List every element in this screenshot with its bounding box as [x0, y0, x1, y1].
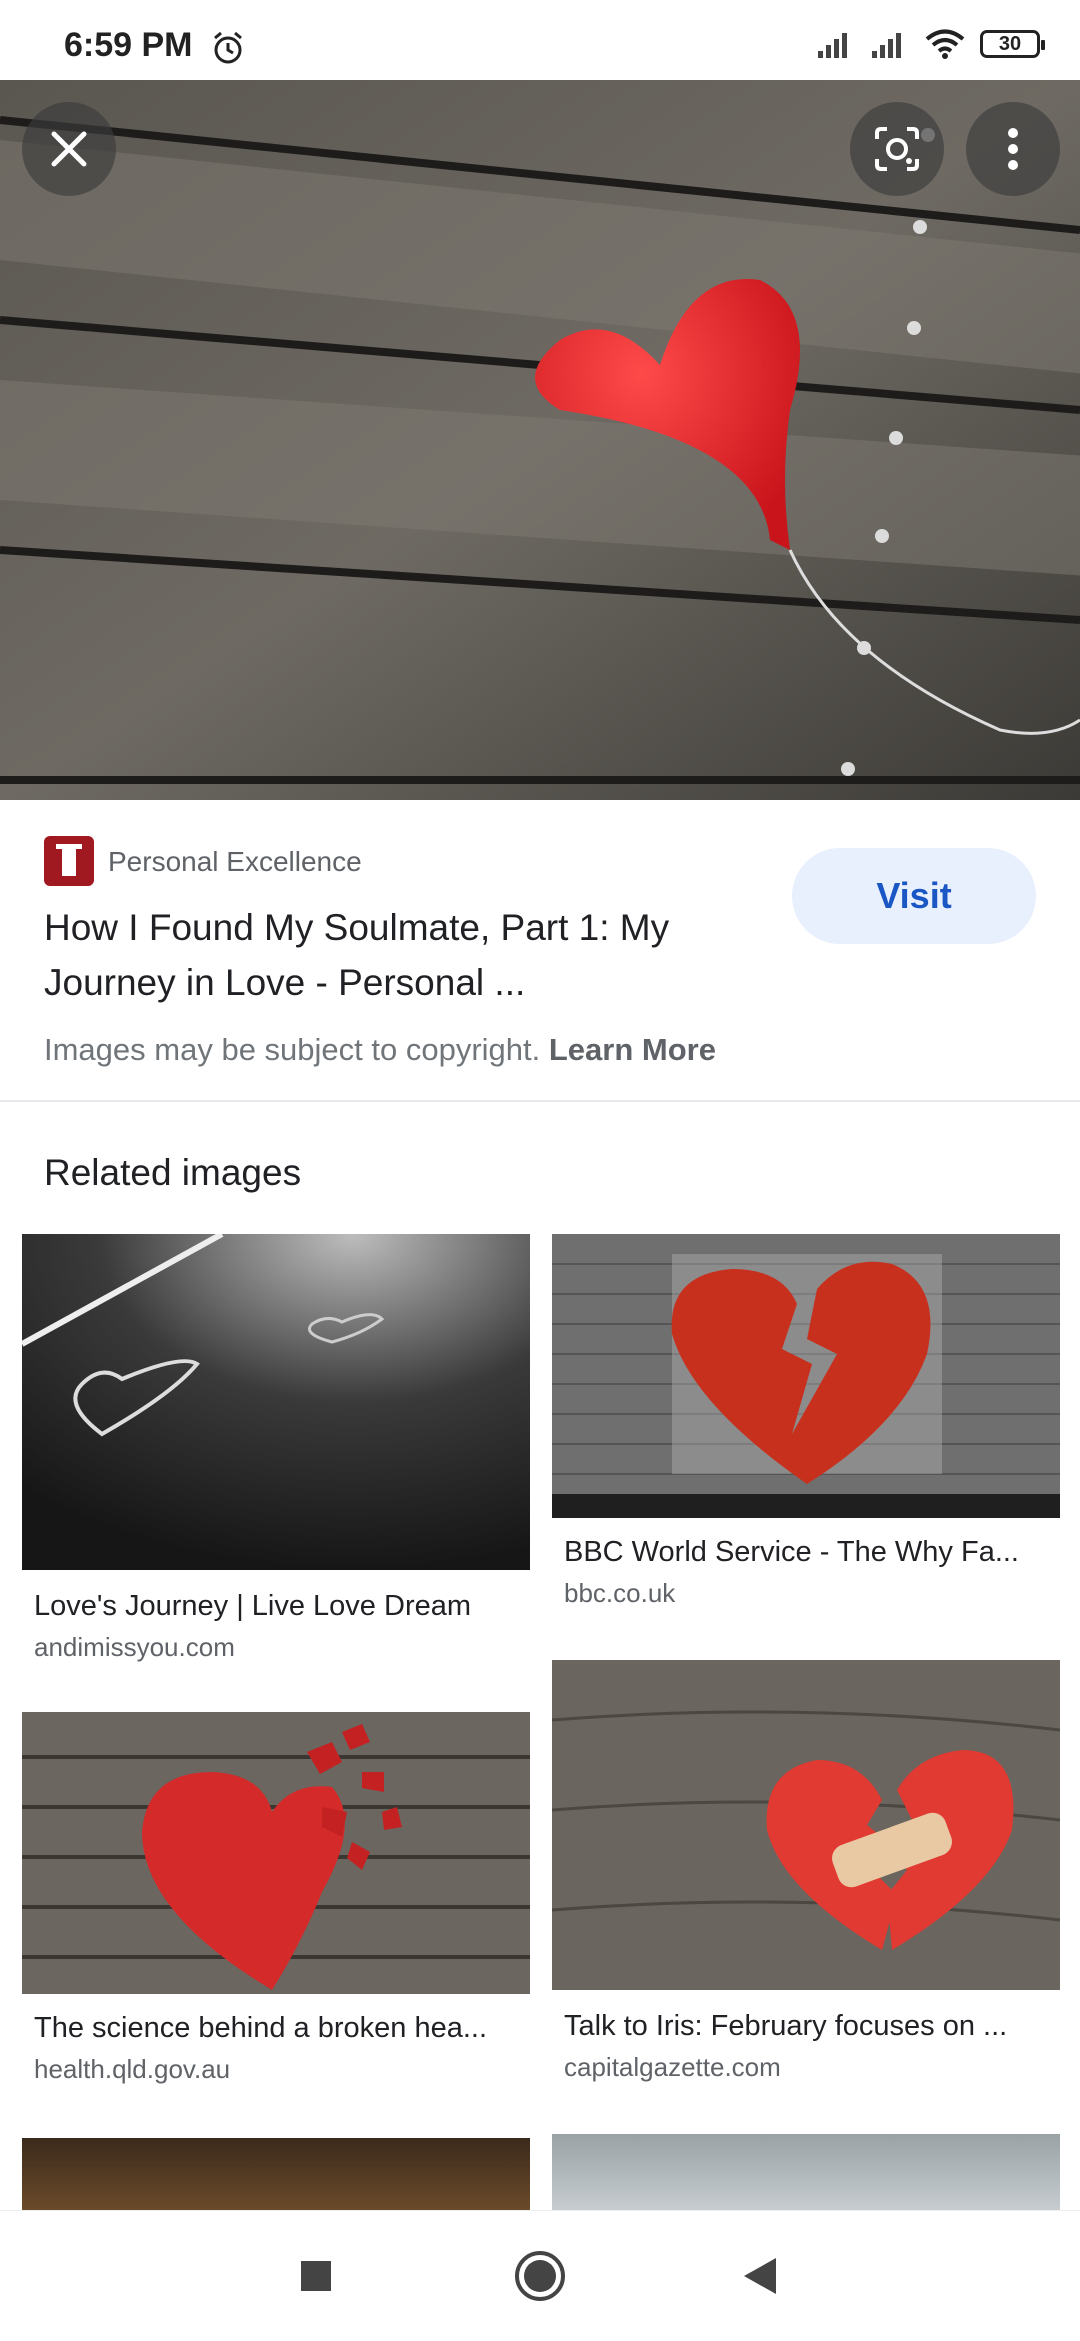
main-image[interactable] — [0, 80, 1080, 800]
related-thumbnail[interactable] — [22, 2138, 530, 2210]
learn-more-link[interactable]: Learn More — [549, 1032, 716, 1067]
status-bar: 6:59 PM 30 — [0, 0, 1080, 80]
back-icon — [744, 2258, 776, 2294]
related-item[interactable]: Love's Journey | Live Love Dream andimis… — [22, 1234, 530, 1664]
visit-button[interactable]: Visit — [792, 848, 1036, 944]
site-favicon — [44, 836, 94, 886]
related-item[interactable] — [22, 2138, 530, 2210]
alarm-icon — [214, 31, 242, 64]
divider — [0, 1100, 1080, 1102]
status-time: 6:59 PM — [64, 26, 193, 64]
more-options-button[interactable] — [966, 102, 1060, 196]
related-item[interactable]: The science behind a broken hea... healt… — [22, 1712, 530, 2096]
related-images-heading: Related images — [44, 1152, 302, 1193]
home-button[interactable] — [480, 2211, 600, 2341]
related-item[interactable]: Talk to Iris: February focuses on ... ca… — [552, 1660, 1060, 2090]
close-button[interactable] — [22, 102, 116, 196]
related-item[interactable] — [552, 2134, 1060, 2210]
page-title-link[interactable]: How I Found My Soulmate, Part 1: My Jour… — [44, 900, 744, 1010]
signal-icon-2 — [872, 33, 901, 58]
copyright-text: Images may be subject to copyright. — [44, 1032, 541, 1067]
battery-level: 30 — [998, 32, 1022, 55]
recents-icon — [301, 2261, 331, 2291]
site-name[interactable]: Personal Excellence — [108, 846, 362, 878]
more-vert-icon — [1008, 128, 1018, 170]
related-thumbnail[interactable] — [552, 1660, 1060, 1990]
wifi-icon — [925, 29, 965, 59]
battery-icon: 30 — [980, 30, 1045, 58]
navigation-bar — [0, 2210, 1080, 2341]
related-item[interactable]: BBC World Service - The Why Fa... bbc.co… — [552, 1234, 1060, 1620]
copyright-notice: Images may be subject to copyright. Lear… — [44, 1032, 716, 1068]
related-domain: health.qld.gov.au — [34, 2054, 231, 2084]
related-domain: bbc.co.uk — [564, 1578, 676, 1608]
related-thumbnail[interactable] — [552, 1234, 1060, 1518]
related-domain: capitalgazette.com — [564, 2052, 781, 2082]
related-thumbnail[interactable] — [552, 2134, 1060, 2210]
lens-button[interactable] — [850, 102, 944, 196]
source-panel: Personal Excellence How I Found My Soulm… — [0, 800, 1080, 1100]
lens-icon — [875, 127, 919, 171]
related-thumbnail[interactable] — [22, 1712, 530, 1994]
home-icon — [515, 2251, 565, 2301]
recents-button[interactable] — [256, 2211, 376, 2341]
related-domain: andimissyou.com — [34, 1632, 235, 1662]
related-title: Talk to Iris: February focuses on ... — [564, 2010, 1008, 2042]
related-title: BBC World Service - The Why Fa... — [564, 1536, 1019, 1568]
related-title: Love's Journey | Live Love Dream — [34, 1590, 472, 1622]
close-icon — [51, 131, 87, 167]
signal-icon — [818, 33, 847, 58]
related-title: The science behind a broken hea... — [34, 2012, 488, 2044]
back-button[interactable] — [700, 2211, 820, 2341]
related-thumbnail[interactable] — [22, 1234, 530, 1570]
